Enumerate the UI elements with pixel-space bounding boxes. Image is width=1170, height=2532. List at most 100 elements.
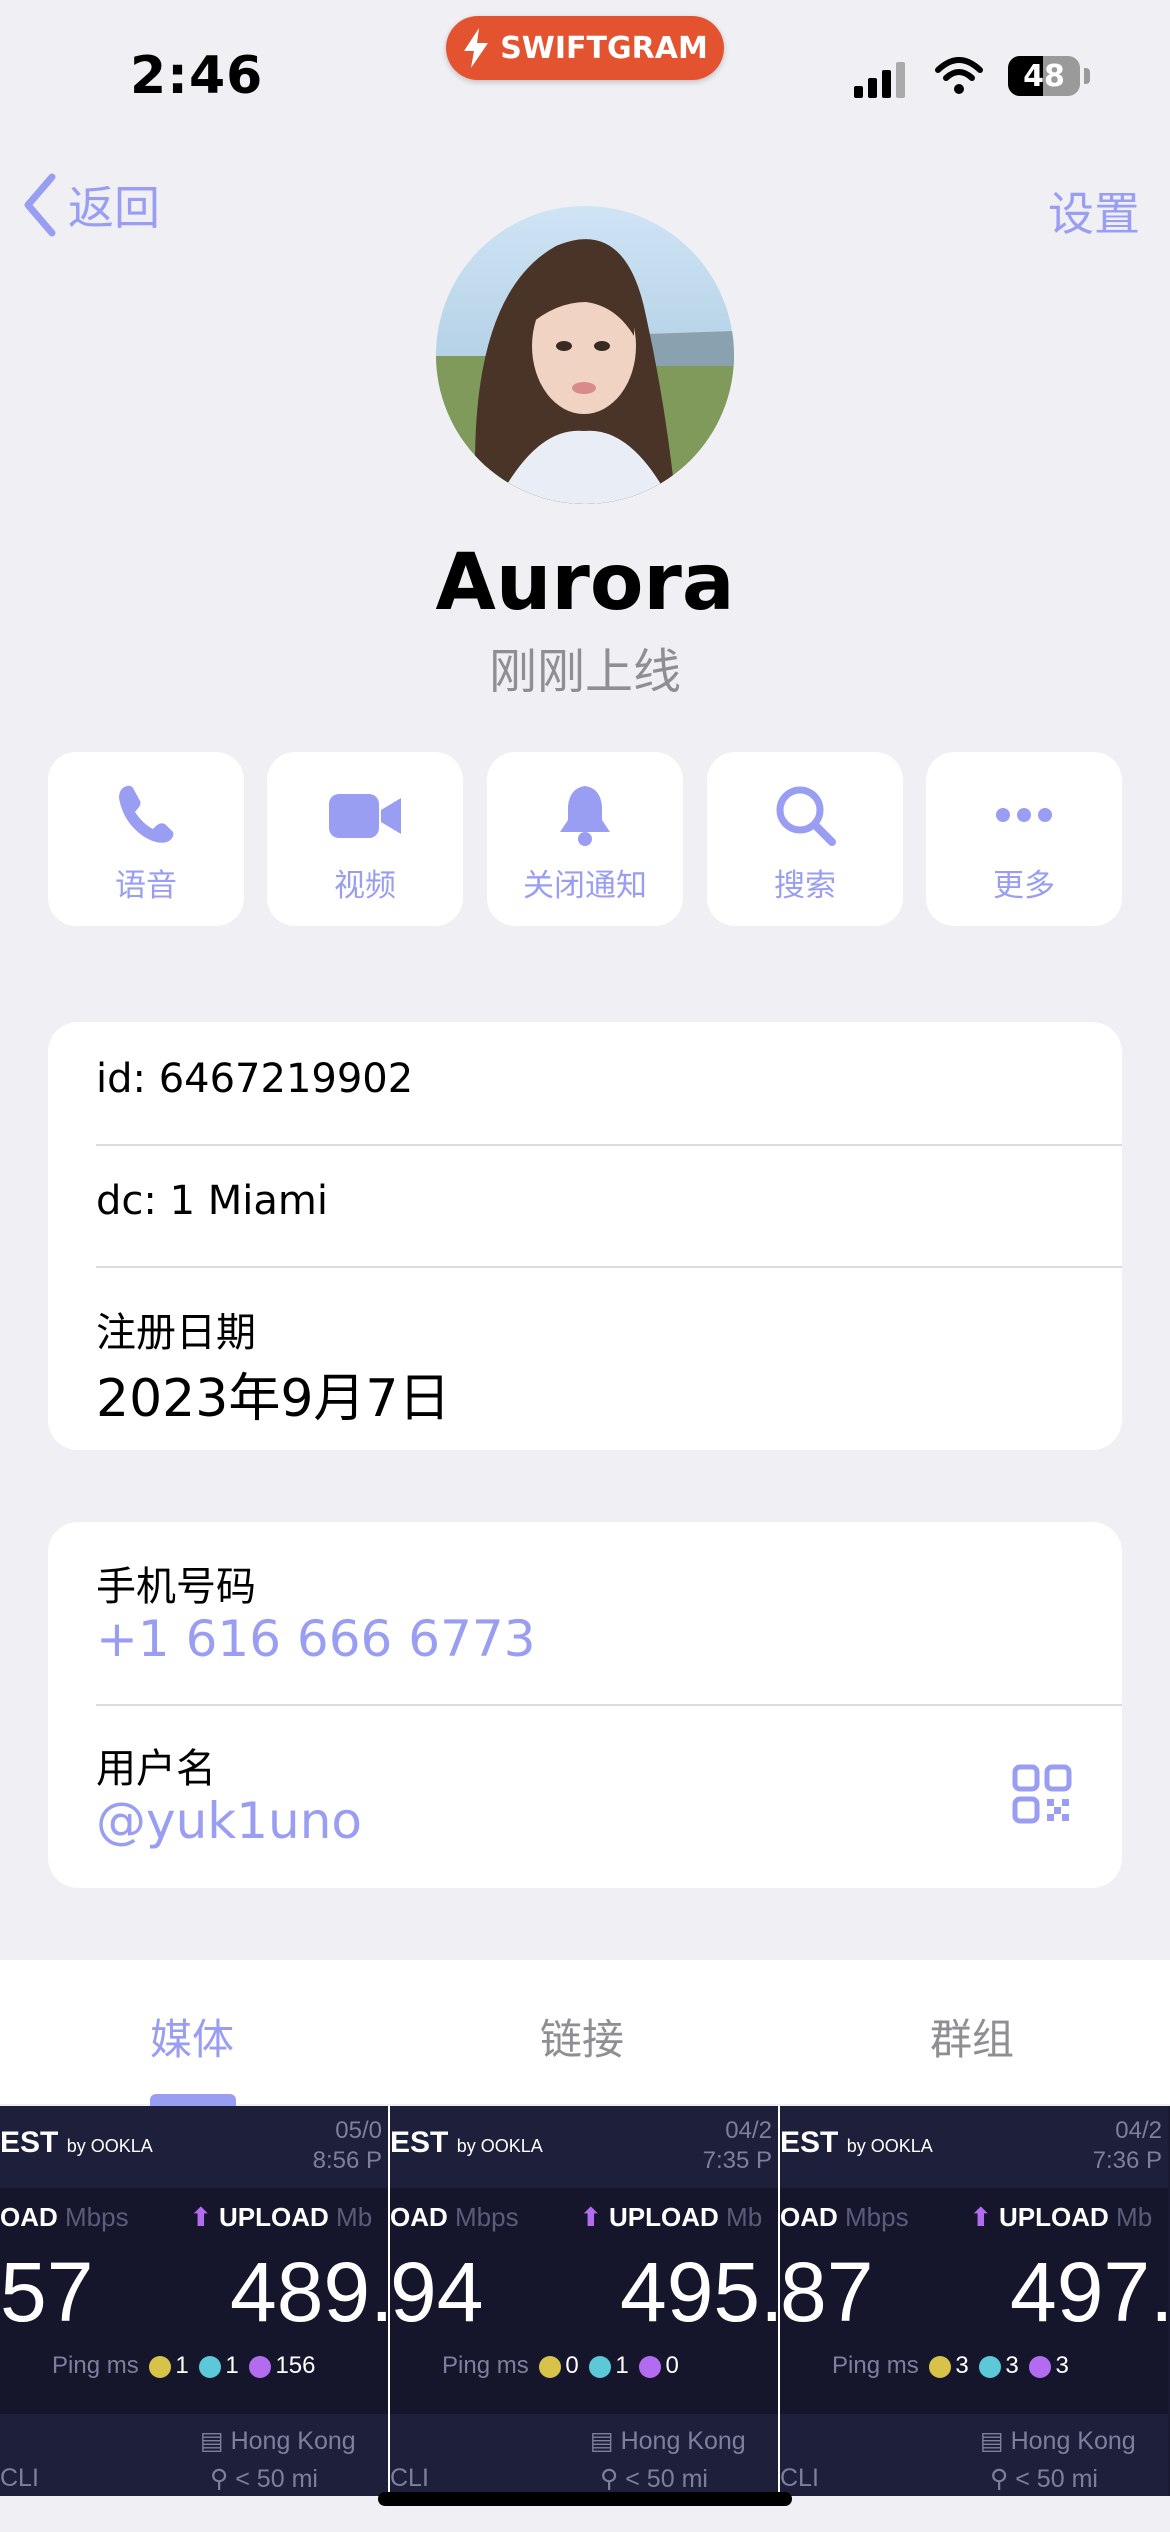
profile-status: 刚刚上线 [488,644,681,700]
registration-date-value: 2023年9月7日 [96,1369,451,1429]
info-card: id: 6467219902 dc: 1 Miami 注册日期 2023年9月7… [48,1022,1122,1450]
upload-label: UPLOAD [609,2202,719,2232]
cli-label: CLI [780,2464,819,2492]
dc-info[interactable]: dc: 1 Miami [96,1178,1122,1224]
registration-date-label: 注册日期 [96,1310,256,1356]
upload-value: 489.36 [230,2245,392,2339]
server-location: ▤ Hong Kong [200,2427,356,2455]
tab-indicator [150,2094,236,2106]
voice-call-button[interactable]: 语音 [48,752,244,926]
tab-groups[interactable]: 群组 [930,2006,1014,2067]
phone-number[interactable]: +1 616 666 6773 [96,1610,1122,1668]
test-time: 7:36 P [1092,2147,1162,2174]
username-label: 用户名 [96,1746,216,1792]
media-grid: EST by OOKLA 05/0 8:56 P OAD Mbps ⬆ UPLOA… [0,2106,1170,2496]
back-button[interactable]: 返回 [20,172,160,238]
ping-icon [539,2355,562,2378]
ping-icon [149,2355,172,2378]
test-time: 7:35 P [702,2147,772,2174]
test-date: 04/2 [1115,2117,1162,2144]
upload-value: 497.86 [1010,2245,1168,2339]
speedtest-title: EST by OOKLA [0,2126,153,2159]
download-value: 57 [0,2245,94,2339]
upload-ping-value: 0 [665,2352,679,2379]
media-thumbnail[interactable]: EST by OOKLA 04/2 7:36 P OAD Mbps ⬆ UPLOA… [780,2106,1168,2496]
test-date: 05/0 [335,2117,382,2144]
ping-label: Ping ms [52,2352,139,2379]
upload-icon: ⬆ [580,2202,602,2232]
cli-label: CLI [390,2464,429,2492]
swiftgram-label: SWIFTGRAM [500,30,708,66]
cli-label: CLI [0,2464,39,2492]
more-label: 更多 [993,868,1055,904]
server-location: ▤ Hong Kong [590,2427,746,2455]
tab-media[interactable]: 媒体 [150,2006,234,2067]
settings-button[interactable]: 设置 [1048,178,1140,244]
download-unit: Mbps [845,2202,909,2232]
upload-ping-icon [1029,2355,1052,2378]
video-call-label: 视频 [334,868,396,904]
video-icon [329,794,401,838]
battery-icon: 48 [1008,56,1080,96]
upload-unit: Mb [336,2202,373,2232]
avatar[interactable] [436,206,734,504]
download-unit: Mbps [65,2202,129,2232]
search-button[interactable]: 搜索 [707,752,903,926]
download-value: 87 [780,2245,874,2339]
search-icon [776,786,836,846]
test-date: 04/2 [725,2117,772,2144]
upload-ping-icon [249,2355,272,2378]
ping-value: 0 [565,2352,579,2379]
download-label: OAD [780,2202,838,2232]
download-ping-icon [979,2355,1002,2378]
status-time: 2:46 [130,46,264,106]
tab-links[interactable]: 链接 [540,2006,624,2067]
ping-icon [929,2355,952,2378]
voice-call-label: 语音 [115,868,177,904]
upload-value: 495.09 [620,2245,782,2339]
cellular-signal-icon [854,60,905,98]
download-label: OAD [390,2202,448,2232]
download-unit: Mbps [455,2202,519,2232]
download-ping-value: 1 [225,2352,239,2379]
media-tabs: 媒体 链接 群组 [0,1960,1170,2104]
qr-code-icon[interactable] [1012,1764,1072,1824]
video-call-button[interactable]: 视频 [267,752,463,926]
upload-label: UPLOAD [999,2202,1109,2232]
swiftgram-badge[interactable]: SWIFTGRAM [446,16,724,80]
test-time: 8:56 P [312,2147,382,2174]
ping-value: 3 [955,2352,969,2379]
mute-notifications-label: 关闭通知 [523,868,647,904]
phone-icon [119,785,174,843]
back-label: 返回 [68,181,160,235]
lightning-icon [464,28,489,68]
speedtest-title: EST by OOKLA [390,2126,543,2159]
download-ping-icon [199,2355,222,2378]
upload-unit: Mb [726,2202,763,2232]
bell-icon [560,786,610,846]
download-ping-value: 3 [1005,2352,1019,2379]
search-label: 搜索 [774,868,836,904]
upload-unit: Mb [1116,2202,1153,2232]
mute-notifications-button[interactable]: 关闭通知 [487,752,683,926]
upload-label: UPLOAD [219,2202,329,2232]
username-value[interactable]: @yuk1uno [96,1792,1122,1850]
chevron-left-icon [24,173,56,237]
home-indicator[interactable] [378,2492,792,2506]
distance: ⚲ < 50 mi [990,2465,1098,2493]
wifi-icon [935,57,983,94]
contact-card: 手机号码 +1 616 666 6773 用户名 @yuk1uno [48,1522,1122,1888]
download-ping-icon [589,2355,612,2378]
user-id[interactable]: id: 6467219902 [96,1056,1122,1102]
ping-value: 1 [175,2352,189,2379]
media-thumbnail[interactable]: EST by OOKLA 04/2 7:35 P OAD Mbps ⬆ UPLOA… [390,2106,782,2496]
more-icon [996,808,1052,822]
upload-icon: ⬆ [190,2202,212,2232]
download-ping-value: 1 [615,2352,629,2379]
server-location: ▤ Hong Kong [980,2427,1136,2455]
media-thumbnail[interactable]: EST by OOKLA 05/0 8:56 P OAD Mbps ⬆ UPLOA… [0,2106,392,2496]
download-label: OAD [0,2202,58,2232]
upload-icon: ⬆ [970,2202,992,2232]
ping-label: Ping ms [832,2352,919,2379]
more-button[interactable]: 更多 [926,752,1122,926]
